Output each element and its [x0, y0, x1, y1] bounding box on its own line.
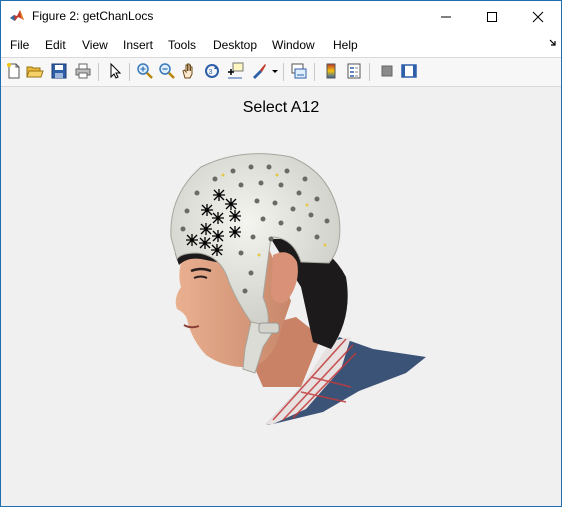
maximize-button[interactable]	[469, 1, 515, 32]
hide-plot-tools-icon[interactable]	[378, 62, 396, 80]
menu-insert[interactable]: Insert	[123, 38, 153, 52]
show-plot-tools-icon[interactable]	[400, 62, 418, 80]
dock-arrow-icon[interactable]	[549, 39, 557, 47]
menu-view[interactable]: View	[82, 38, 108, 52]
maximize-icon	[487, 11, 497, 22]
menu-bar: File Edit View Insert Tools Desktop Wind…	[1, 34, 561, 56]
save-icon[interactable]	[50, 62, 68, 80]
pan-hand-icon[interactable]	[180, 62, 198, 80]
zoom-out-icon[interactable]	[158, 62, 176, 80]
menu-edit[interactable]: Edit	[45, 38, 66, 52]
head-photo-image[interactable]	[1, 87, 561, 506]
rotate-3d-icon[interactable]: 3	[203, 62, 221, 80]
svg-text:3: 3	[209, 69, 213, 76]
toolbar-separator	[98, 63, 99, 81]
minimize-icon	[441, 16, 451, 17]
insert-legend-icon[interactable]	[345, 62, 363, 80]
menu-desktop[interactable]: Desktop	[213, 38, 257, 52]
toolbar-separator	[129, 63, 130, 81]
insert-colorbar-icon[interactable]	[322, 62, 340, 80]
brush-icon[interactable]	[250, 62, 268, 80]
close-icon	[532, 11, 544, 22]
link-plot-icon[interactable]	[290, 62, 308, 80]
toolbar-separator	[283, 63, 284, 81]
data-cursor-icon[interactable]	[226, 62, 244, 80]
zoom-in-icon[interactable]	[136, 62, 154, 80]
figure-canvas: Select A12	[1, 87, 561, 506]
brush-dropdown-icon[interactable]	[271, 62, 279, 80]
title-bar: Figure 2: getChanLocs	[1, 1, 561, 32]
matlab-logo-icon	[9, 8, 25, 24]
print-icon[interactable]	[74, 62, 92, 80]
open-file-icon[interactable]	[26, 62, 44, 80]
menu-tools[interactable]: Tools	[168, 38, 196, 52]
window-title: Figure 2: getChanLocs	[32, 9, 154, 23]
edit-plot-arrow-icon[interactable]	[106, 62, 124, 80]
figure-window: Figure 2: getChanLocs File Edit View Ins…	[0, 0, 562, 507]
menu-file[interactable]: File	[10, 38, 29, 52]
menu-window[interactable]: Window	[272, 38, 315, 52]
menu-help[interactable]: Help	[333, 38, 358, 52]
toolbar-separator	[369, 63, 370, 81]
toolbar-separator	[314, 63, 315, 81]
close-button[interactable]	[515, 1, 561, 32]
figure-toolbar: 3	[1, 57, 561, 87]
new-figure-icon[interactable]	[5, 62, 23, 80]
minimize-button[interactable]	[423, 1, 469, 32]
